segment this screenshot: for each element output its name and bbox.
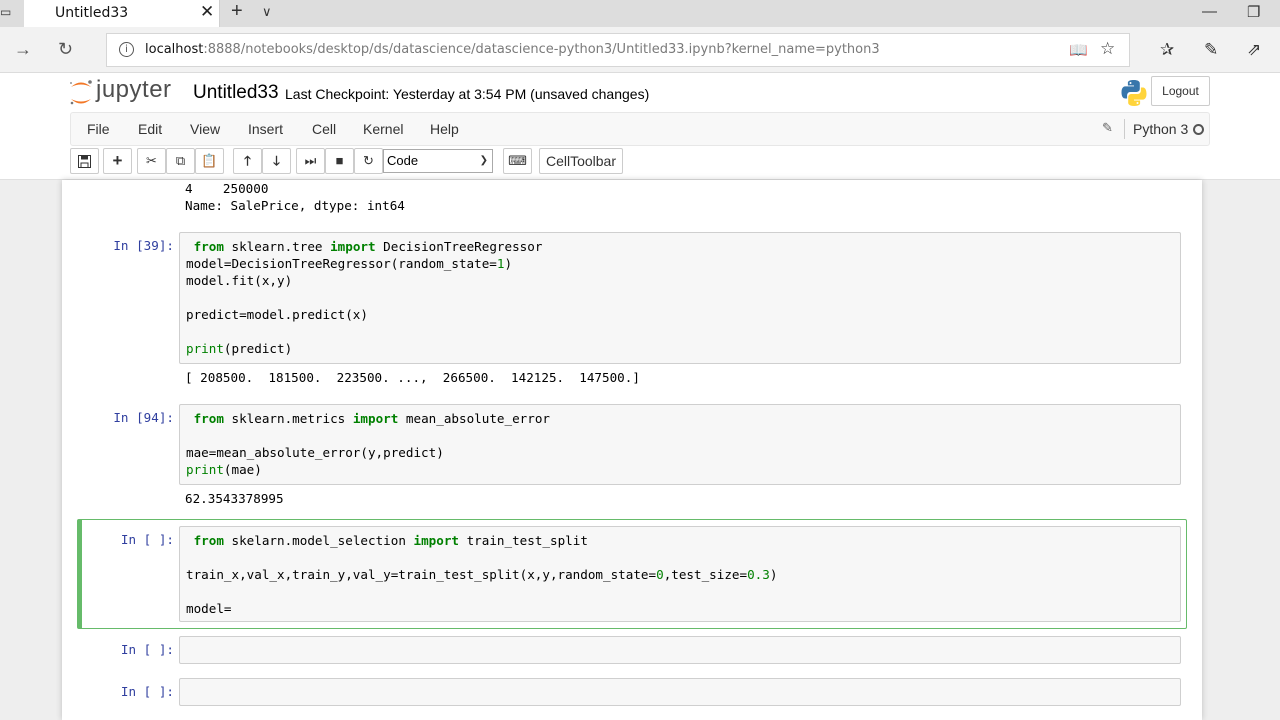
- notebook-toolbar: + ✂ ⧉ 📋 🡑 🡓 ⏭ ■ ↻ Code ❯ ⌨ CellToolbar: [70, 148, 1210, 178]
- minimize-icon[interactable]: —: [1202, 3, 1217, 20]
- save-button[interactable]: [70, 148, 99, 174]
- logout-button[interactable]: Logout: [1151, 76, 1210, 106]
- keyboard-icon: ⌨: [508, 153, 527, 168]
- close-tab-icon[interactable]: ✕: [200, 2, 214, 22]
- tab-list-icon[interactable]: ▭: [0, 5, 18, 21]
- menu-insert[interactable]: Insert: [248, 121, 283, 137]
- refresh-icon: ↻: [363, 153, 374, 168]
- arrow-down-icon: 🡓: [273, 153, 280, 168]
- code-text: from sklearn.tree import DecisionTreeReg…: [186, 239, 543, 356]
- menu-help[interactable]: Help: [430, 121, 459, 137]
- insert-cell-button[interactable]: +: [103, 148, 132, 174]
- move-down-button[interactable]: 🡓: [262, 148, 291, 174]
- reading-view-icon[interactable]: 📖: [1069, 41, 1088, 59]
- edit-mode-pencil-icon: ✎: [1102, 120, 1113, 135]
- back-icon[interactable]: →: [14, 39, 32, 60]
- notebook-name[interactable]: Untitled33: [193, 82, 279, 104]
- stop-icon: ■: [335, 153, 344, 168]
- code-input[interactable]: [179, 636, 1181, 664]
- cell-type-value: Code: [387, 153, 419, 168]
- move-up-button[interactable]: 🡑: [233, 148, 262, 174]
- restart-button[interactable]: ↻: [354, 148, 383, 174]
- cell-output: [ 208500. 181500. 223500. ..., 266500. 1…: [185, 370, 640, 385]
- paste-button[interactable]: 📋: [195, 148, 224, 174]
- cell-prompt: In [94]:: [113, 410, 174, 425]
- cell-prompt: In [ ]:: [120, 642, 174, 657]
- menu-cell[interactable]: Cell: [312, 121, 336, 137]
- copy-icon: ⧉: [175, 153, 186, 168]
- command-palette-button[interactable]: ⌨: [503, 148, 532, 174]
- chevron-down-icon: ❯: [479, 155, 488, 166]
- cell-type-select[interactable]: Code ❯: [383, 149, 493, 173]
- cell-prompt: In [ ]:: [120, 532, 174, 547]
- jupyter-logo-text[interactable]: jupyter: [96, 76, 172, 104]
- kernel-idle-indicator-icon: [1193, 124, 1204, 135]
- url-text: localhost:8888/notebooks/desktop/ds/data…: [145, 42, 880, 57]
- interrupt-button[interactable]: ■: [325, 148, 354, 174]
- restore-icon[interactable]: ❐: [1247, 3, 1260, 21]
- menu-file[interactable]: File: [87, 121, 110, 137]
- jupyter-logo-icon[interactable]: [68, 78, 94, 108]
- kernel-name[interactable]: Python 3: [1133, 121, 1188, 137]
- code-input[interactable]: from sklearn.metrics import mean_absolut…: [179, 404, 1181, 485]
- plus-icon: +: [112, 151, 123, 170]
- code-text: from skelarn.model_selection import trai…: [186, 533, 778, 616]
- info-icon[interactable]: i: [119, 42, 134, 57]
- celltoolbar-button[interactable]: CellToolbar: [539, 148, 623, 174]
- favorites-list-icon[interactable]: ✰: [1160, 40, 1174, 60]
- checkpoint-status: Last Checkpoint: Yesterday at 3:54 PM (u…: [285, 86, 650, 102]
- code-text: from sklearn.metrics import mean_absolut…: [186, 411, 550, 477]
- share-icon[interactable]: ⇗: [1247, 40, 1261, 60]
- code-input[interactable]: from skelarn.model_selection import trai…: [179, 526, 1181, 622]
- menu-edit[interactable]: Edit: [138, 121, 162, 137]
- copy-button[interactable]: ⧉: [166, 148, 195, 174]
- step-forward-icon: ⏭: [304, 153, 317, 168]
- arrow-up-icon: 🡑: [244, 153, 251, 168]
- new-tab-icon[interactable]: +: [231, 0, 243, 23]
- jupyter-header: jupyter Untitled33 Last Checkpoint: Yest…: [0, 73, 1280, 180]
- menu-kernel[interactable]: Kernel: [363, 121, 403, 137]
- menu-bar: File Edit View Insert Cell Kernel Help ✎…: [70, 112, 1210, 146]
- divider: [1124, 119, 1125, 139]
- browser-tab-bar: ▭ Untitled33 ✕ + ∨ — ❐: [0, 0, 1280, 27]
- code-input[interactable]: from sklearn.tree import DecisionTreeReg…: [179, 232, 1181, 364]
- cut-button[interactable]: ✂: [137, 148, 166, 174]
- favorite-star-icon[interactable]: ☆: [1100, 39, 1115, 59]
- cell-output: 4 250000 Name: SalePrice, dtype: int64: [185, 180, 405, 214]
- output-line: 4 250000: [185, 181, 269, 196]
- output-line: Name: SalePrice, dtype: int64: [185, 198, 405, 213]
- chevron-down-icon[interactable]: ∨: [262, 4, 272, 20]
- save-icon: [78, 155, 91, 168]
- code-input[interactable]: [179, 678, 1181, 706]
- cell-output: 62.3543378995: [185, 491, 284, 506]
- cell-prompt: In [ ]:: [120, 684, 174, 699]
- run-button[interactable]: ⏭: [296, 148, 325, 174]
- python-logo-icon: [1121, 80, 1147, 106]
- paste-icon: 📋: [201, 153, 218, 168]
- address-bar: → ↻ i localhost:8888/notebooks/desktop/d…: [0, 27, 1280, 73]
- notebook-container: 4 250000 Name: SalePrice, dtype: int64 In…: [62, 180, 1202, 720]
- tab-title: Untitled33: [55, 5, 129, 21]
- cell-prompt: In [39]:: [113, 238, 174, 253]
- menu-view[interactable]: View: [190, 121, 220, 137]
- browser-tab[interactable]: Untitled33 ✕: [24, 0, 220, 27]
- scissors-icon: ✂: [146, 153, 157, 168]
- url-input[interactable]: i localhost:8888/notebooks/desktop/ds/da…: [106, 33, 1130, 67]
- refresh-icon[interactable]: ↻: [58, 39, 73, 60]
- pen-icon[interactable]: ✎: [1204, 40, 1218, 60]
